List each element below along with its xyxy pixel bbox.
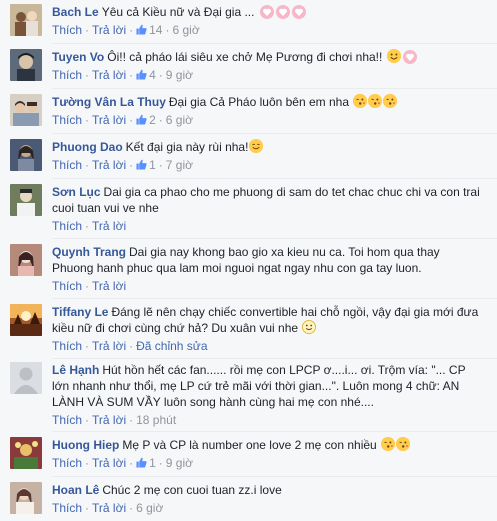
like-count[interactable]: 1 <box>149 456 156 470</box>
commenter-name[interactable]: Quynh Trang <box>52 245 126 259</box>
avatar[interactable] <box>10 437 42 469</box>
commenter-name[interactable]: Tiffany Le <box>52 305 108 319</box>
heart-emoji-icon <box>291 5 306 19</box>
avatar[interactable] <box>10 139 42 171</box>
timestamp[interactable]: 6 giờ <box>166 113 193 127</box>
commenter-name[interactable]: Phuong Dao <box>52 140 123 154</box>
like-count[interactable]: 4 <box>149 68 156 82</box>
divider <box>52 88 497 89</box>
kiss-emoji-icon <box>396 437 411 451</box>
like-button[interactable]: Thích <box>52 113 82 127</box>
comment-text: Đáng lẽ nên chạy chiếc convertible hai c… <box>52 305 479 335</box>
like-button[interactable]: Thích <box>52 501 82 515</box>
comment-text: Hút hồn hết các fan...... rồi mẹ con LPC… <box>52 363 466 409</box>
heart-emoji-icon <box>275 5 290 19</box>
commenter-name[interactable]: Sơn Lục <box>52 185 101 199</box>
reply-button[interactable]: Trả lời <box>92 23 126 37</box>
comment-text: Ôi!! cả pháo lái siêu xe chở Mẹ Pương đi… <box>107 50 383 64</box>
timestamp[interactable]: 7 giờ <box>166 158 193 172</box>
avatar[interactable] <box>10 482 42 514</box>
reply-button[interactable]: Trả lời <box>92 501 126 515</box>
timestamp[interactable]: 9 giờ <box>166 456 193 470</box>
kiss-emoji-icon <box>381 437 396 451</box>
reply-button[interactable]: Trả lời <box>92 279 126 293</box>
heart-emoji-icon <box>259 5 274 19</box>
reply-button[interactable]: Trả lời <box>92 339 126 353</box>
commenter-name[interactable]: Huong Hiep <box>52 438 119 452</box>
reply-button[interactable]: Trả lời <box>92 68 126 82</box>
thumbs-up-icon <box>136 457 147 468</box>
timestamp[interactable]: 18 phút <box>136 413 176 427</box>
thumbs-up-icon <box>136 69 147 80</box>
smile-emoji-icon <box>302 320 317 334</box>
thumbs-up-icon <box>136 24 147 35</box>
avatar[interactable] <box>10 304 42 336</box>
edited-label[interactable]: Đã chỉnh sửa <box>136 339 207 353</box>
commenter-name[interactable]: Tuyen Vo <box>52 50 104 64</box>
comment-feed: Bach Le Yêu cả Kiều nữ và Đại gia ... Thí… <box>0 0 497 521</box>
avatar[interactable] <box>10 94 42 126</box>
commenter-name[interactable]: Tường Vân La Thuy <box>52 95 166 109</box>
timestamp[interactable]: 6 giờ <box>136 501 163 515</box>
timestamp[interactable]: 6 giờ <box>172 23 199 37</box>
like-button[interactable]: Thích <box>52 219 82 233</box>
kiss-emoji-icon <box>353 94 368 108</box>
commenter-name[interactable]: Bach Le <box>52 5 99 19</box>
kiss-emoji-icon <box>383 94 398 108</box>
like-button[interactable]: Thích <box>52 413 82 427</box>
kiss-emoji-icon <box>368 94 383 108</box>
comment-text: Chúc 2 mẹ con cuoi tuan zz.i love <box>102 483 282 497</box>
timestamp[interactable]: 9 giờ <box>166 68 193 82</box>
comment-text: Đại gia Cả Pháo luôn bên em nha <box>168 95 350 109</box>
divider <box>52 476 497 477</box>
divider <box>52 358 497 359</box>
like-button[interactable]: Thích <box>52 279 82 293</box>
like-count[interactable]: 2 <box>149 113 156 127</box>
divider <box>52 43 497 44</box>
thumbs-up-icon <box>136 114 147 125</box>
reply-button[interactable]: Trả lời <box>92 413 126 427</box>
reply-button[interactable]: Trả lời <box>92 158 126 172</box>
heart-emoji-icon <box>402 50 417 64</box>
like-count[interactable]: 14 <box>149 23 162 37</box>
divider <box>52 298 497 299</box>
like-count[interactable]: 1 <box>149 158 156 172</box>
divider <box>52 238 497 239</box>
like-button[interactable]: Thích <box>52 339 82 353</box>
like-button[interactable]: Thích <box>52 158 82 172</box>
commenter-name[interactable]: Lê Hạnh <box>52 363 99 377</box>
comment-text: Yêu cả Kiều nữ và Đại gia ... <box>101 5 255 19</box>
comment-text: Dai gia ca phao cho me phuong di sam do … <box>52 185 480 215</box>
comment-text: Mẹ P và CP là number one love 2 mẹ con n… <box>122 438 377 452</box>
avatar[interactable] <box>10 49 42 81</box>
avatar[interactable] <box>10 244 42 276</box>
avatar[interactable] <box>10 4 42 36</box>
divider <box>52 133 497 134</box>
divider <box>52 178 497 179</box>
like-button[interactable]: Thích <box>52 68 82 82</box>
comment-text: Kết đại gia này rùi nha! <box>125 140 249 154</box>
reply-button[interactable]: Trả lời <box>92 456 126 470</box>
like-button[interactable]: Thích <box>52 456 82 470</box>
avatar[interactable] <box>10 184 42 216</box>
thumbs-up-icon <box>136 159 147 170</box>
divider <box>52 431 497 432</box>
smile-emoji-icon <box>386 49 401 63</box>
commenter-name[interactable]: Hoan Lê <box>52 483 99 497</box>
reply-button[interactable]: Trả lời <box>92 219 126 233</box>
reply-button[interactable]: Trả lời <box>92 113 126 127</box>
like-button[interactable]: Thích <box>52 23 82 37</box>
avatar[interactable] <box>10 362 42 394</box>
smile-emoji-icon <box>249 139 264 153</box>
